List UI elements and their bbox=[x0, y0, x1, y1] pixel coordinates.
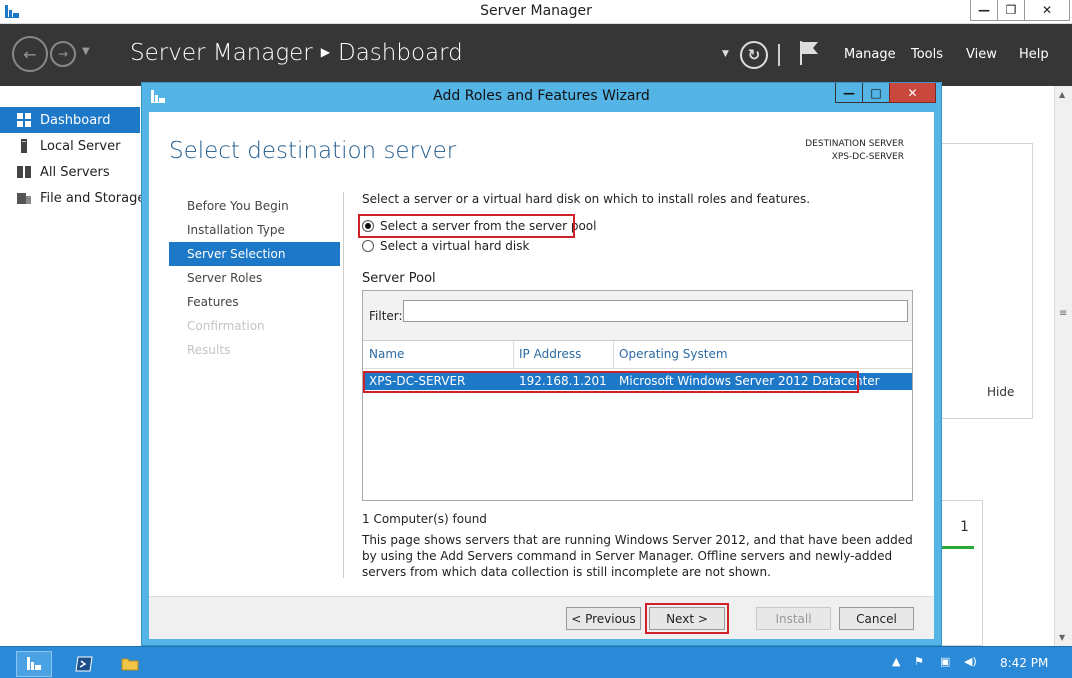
server-manager-window-title: Server Manager bbox=[480, 3, 592, 19]
breadcrumb-page: Dashboard bbox=[338, 40, 463, 66]
taskbar-server-manager-button[interactable] bbox=[16, 651, 52, 677]
network-icon[interactable]: ▣ bbox=[940, 655, 950, 668]
add-roles-wizard: Add Roles and Features Wizard — □ ✕ Sele… bbox=[141, 82, 942, 646]
sidebar-item-all-servers[interactable]: All Servers bbox=[0, 159, 140, 185]
wizard-content: Select destination server DESTINATION SE… bbox=[149, 112, 934, 639]
refresh-icon[interactable]: ↻ bbox=[740, 41, 768, 69]
forward-arrow-icon[interactable]: → bbox=[50, 41, 76, 67]
tile-count: 1 bbox=[960, 519, 969, 535]
wizard-close-button[interactable]: ✕ bbox=[889, 83, 936, 103]
install-button: Install bbox=[756, 607, 831, 630]
vertical-scrollbar[interactable]: ▲ ≡ ▼ bbox=[1054, 86, 1072, 646]
column-name[interactable]: Name bbox=[369, 347, 404, 361]
breadcrumb: Server Manager ▶ Dashboard bbox=[130, 40, 463, 66]
annotation-highlight-radio bbox=[358, 214, 575, 238]
tile-status-bar bbox=[940, 546, 974, 549]
powershell-icon bbox=[75, 656, 93, 672]
previous-button[interactable]: < Previous bbox=[566, 607, 641, 630]
breadcrumb-separator-icon: ▶ bbox=[320, 44, 330, 59]
scroll-down-icon[interactable]: ▼ bbox=[1059, 633, 1065, 642]
server-manager-titlebar: Server Manager — ❐ ✕ bbox=[0, 0, 1072, 24]
volume-icon[interactable]: ◀) bbox=[964, 655, 977, 668]
column-operating-system[interactable]: Operating System bbox=[619, 347, 728, 361]
taskbar-powershell-button[interactable] bbox=[64, 651, 104, 677]
sidebar: Dashboard Local Server All Servers File … bbox=[0, 107, 145, 211]
menu-view[interactable]: View bbox=[966, 47, 997, 62]
server-pool-label: Server Pool bbox=[362, 271, 436, 286]
step-confirmation: Confirmation bbox=[187, 319, 265, 333]
page-title: Select destination server bbox=[169, 138, 457, 164]
clock[interactable]: 8:42 PM bbox=[1000, 656, 1048, 670]
minimize-button[interactable]: — bbox=[970, 0, 998, 21]
taskbar: ▲ ⚑ ▣ ◀) 8:42 PM bbox=[0, 646, 1072, 678]
step-before-you-begin[interactable]: Before You Begin bbox=[169, 194, 340, 218]
destination-server-name: XPS-DC-SERVER bbox=[831, 152, 904, 162]
hide-link[interactable]: Hide bbox=[987, 385, 1014, 399]
wizard-maximize-button[interactable]: □ bbox=[862, 83, 890, 103]
wizard-title: Add Roles and Features Wizard bbox=[433, 88, 650, 104]
filter-bar: Filter: bbox=[363, 291, 912, 341]
menu-help[interactable]: Help bbox=[1019, 47, 1049, 62]
folder-icon bbox=[121, 658, 139, 671]
filter-input[interactable] bbox=[403, 300, 908, 322]
step-installation-type[interactable]: Installation Type bbox=[169, 218, 340, 242]
column-separator[interactable] bbox=[513, 341, 514, 369]
annotation-highlight-next bbox=[645, 603, 729, 634]
destination-server-info: DESTINATION SERVER XPS-DC-SERVER bbox=[805, 138, 904, 164]
menu-manage[interactable]: Manage bbox=[844, 47, 896, 62]
computers-found-count: 1 Computer(s) found bbox=[362, 512, 487, 526]
description-text: This page shows servers that are running… bbox=[362, 533, 913, 579]
dashboard-icon bbox=[17, 113, 31, 127]
radio-vhd-label[interactable]: Select a virtual hard disk bbox=[380, 239, 529, 253]
refresh-dropdown-icon[interactable]: ▼ bbox=[722, 49, 729, 59]
intro-text: Select a server or a virtual hard disk o… bbox=[362, 192, 811, 206]
steps-divider bbox=[343, 192, 344, 578]
column-separator[interactable] bbox=[613, 341, 614, 369]
sidebar-item-local-server[interactable]: Local Server bbox=[0, 133, 140, 159]
server-pool-list: Filter: Name IP Address Operating System… bbox=[362, 290, 913, 501]
restore-button[interactable]: ❐ bbox=[997, 0, 1025, 21]
step-server-selection[interactable]: Server Selection bbox=[169, 242, 340, 266]
back-arrow-icon[interactable]: ← bbox=[12, 36, 48, 72]
step-server-roles[interactable]: Server Roles bbox=[169, 266, 340, 290]
notifications-flag-icon[interactable] bbox=[798, 40, 820, 66]
close-button[interactable]: ✕ bbox=[1024, 0, 1070, 21]
sidebar-item-dashboard[interactable]: Dashboard bbox=[0, 107, 140, 133]
storage-icon bbox=[17, 193, 31, 204]
servers-icon bbox=[17, 166, 31, 178]
filter-label: Filter: bbox=[369, 309, 403, 323]
column-headers: Name IP Address Operating System bbox=[363, 341, 912, 369]
server-manager-header: ← → ▼ Server Manager ▶ Dashboard ▼ ↻ Manag… bbox=[0, 24, 1072, 86]
sidebar-item-label: Dashboard bbox=[40, 112, 111, 128]
action-center-flag-icon[interactable]: ⚑ bbox=[914, 655, 924, 668]
breadcrumb-app: Server Manager bbox=[130, 40, 313, 66]
step-results: Results bbox=[187, 343, 231, 357]
header-divider bbox=[778, 44, 780, 66]
step-features[interactable]: Features bbox=[169, 290, 340, 314]
tray-expand-icon[interactable]: ▲ bbox=[892, 655, 900, 668]
wizard-minimize-button[interactable]: — bbox=[835, 83, 863, 103]
sidebar-item-label: Local Server bbox=[40, 138, 121, 154]
wizard-titlebar: Add Roles and Features Wizard — □ ✕ bbox=[142, 83, 941, 110]
sidebar-item-file-and-storage[interactable]: File and Storage bbox=[0, 185, 145, 211]
radio-unselected-icon[interactable] bbox=[362, 240, 374, 252]
sidebar-item-label: File and Storage bbox=[40, 190, 146, 206]
taskbar-explorer-button[interactable] bbox=[110, 651, 150, 677]
dashboard-welcome-panel bbox=[940, 143, 1033, 419]
column-ip-address[interactable]: IP Address bbox=[519, 347, 581, 361]
annotation-highlight-row bbox=[363, 371, 859, 393]
server-icon bbox=[21, 139, 27, 153]
server-selection-panel: Select a server or a virtual hard disk o… bbox=[358, 192, 922, 579]
server-manager-taskbar-icon bbox=[27, 657, 41, 670]
wizard-button-bar: < Previous Next > Install Cancel bbox=[149, 596, 934, 639]
destination-server-label: DESTINATION SERVER bbox=[805, 139, 904, 149]
scroll-thumb[interactable]: ≡ bbox=[1059, 308, 1067, 319]
wizard-steps: Before You Begin Installation Type Serve… bbox=[169, 194, 340, 362]
cancel-button[interactable]: Cancel bbox=[839, 607, 914, 630]
sidebar-item-label: All Servers bbox=[40, 164, 110, 180]
history-dropdown-icon[interactable]: ▼ bbox=[82, 46, 90, 57]
radio-virtual-hard-disk[interactable]: Select a virtual hard disk bbox=[362, 239, 529, 253]
menu-tools[interactable]: Tools bbox=[911, 47, 943, 62]
scroll-up-icon[interactable]: ▲ bbox=[1059, 90, 1065, 99]
